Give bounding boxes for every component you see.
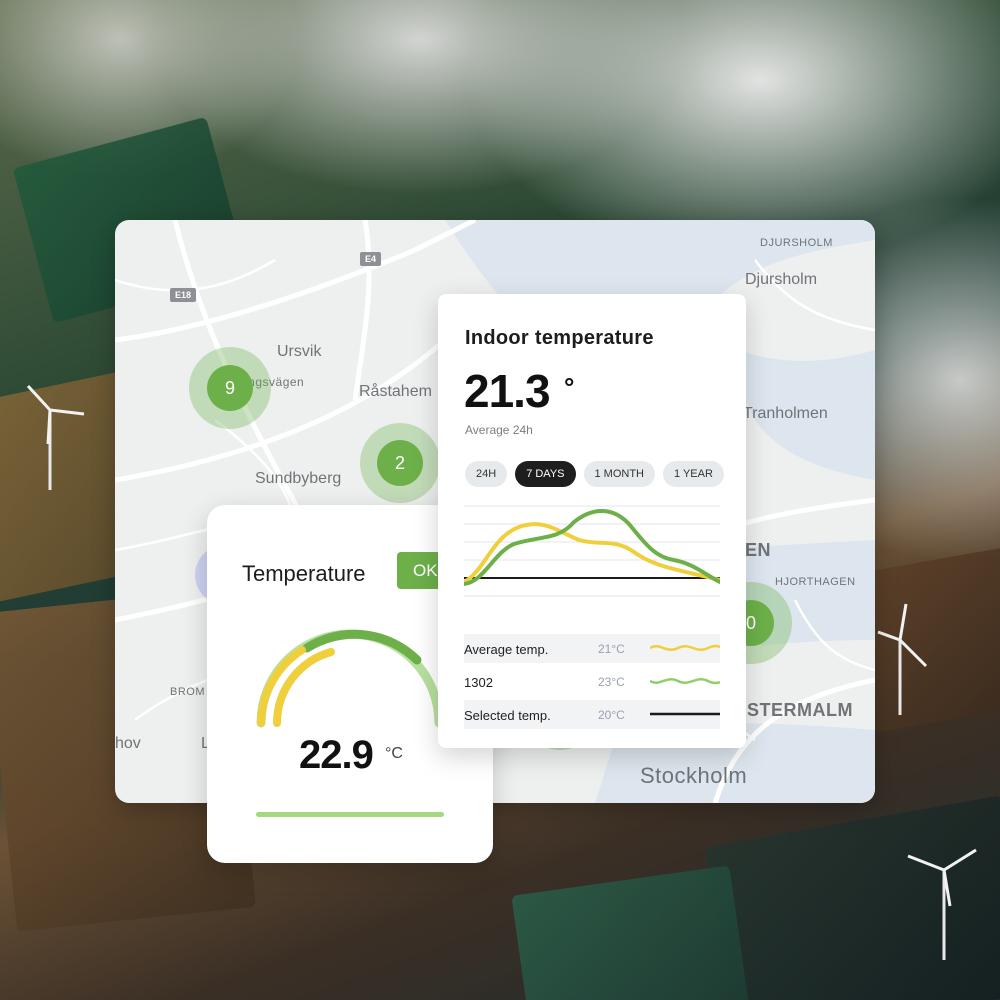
period-1year-button[interactable]: 1 YEAR — [663, 461, 724, 487]
map-cluster-marker[interactable]: 9 — [189, 347, 271, 429]
wind-turbine-icon — [907, 848, 977, 960]
legend-label: 1302 — [464, 675, 493, 690]
legend-label: Selected temp. — [464, 708, 551, 723]
temperature-gauge — [256, 629, 444, 728]
indoor-value: 21.3 — [464, 365, 551, 417]
legend-label: Average temp. — [464, 642, 549, 657]
temperature-line-chart — [464, 505, 720, 597]
legend-swatch-black-line — [650, 712, 720, 716]
wind-turbine-icon — [877, 603, 928, 715]
cluster-count: 9 — [207, 365, 253, 411]
period-7days-button[interactable]: 7 DAYS — [515, 461, 576, 487]
map-label-ostermalm: STERMALM — [747, 700, 853, 720]
map-label-djursholm-district: DJURSHOLM — [760, 237, 833, 249]
legend-swatch-green-wave — [650, 678, 720, 685]
period-1month-button[interactable]: 1 MONTH — [583, 461, 655, 487]
indoor-subtitle: Average 24h — [465, 423, 533, 437]
map-label-tranholmen: Tranholmen — [743, 405, 828, 422]
map-label-hov: hov — [115, 735, 141, 752]
map-label-ursvik: Ursvik — [277, 343, 322, 360]
legend-value: 20°C — [598, 708, 625, 722]
map-label-rastahem: Råstahem — [359, 383, 432, 400]
temperature-value: 22.9 — [299, 733, 374, 777]
map-label-stockholm: Stockholm — [640, 763, 748, 788]
road-sign-e18: E18 — [170, 288, 197, 302]
wind-turbine-icon — [26, 384, 85, 490]
map-label-bromma: BROM — [170, 686, 205, 698]
temperature-bar — [256, 812, 444, 817]
map-label-hjorthagen: HJORTHAGEN — [775, 576, 856, 588]
period-24h-button[interactable]: 24H — [465, 461, 508, 487]
indoor-temperature-card[interactable]: Indoor temperature 21.3 ° Average 24h 24… — [438, 294, 746, 748]
legend-value: 23°C — [598, 675, 625, 689]
map-label-djursholm: Djursholm — [745, 271, 818, 288]
legend-swatch-yellow-wave — [650, 644, 720, 651]
legend-value: 21°C — [598, 642, 625, 656]
map-cluster-marker[interactable]: 2 — [360, 423, 440, 503]
temperature-unit: °C — [385, 745, 403, 762]
cluster-count: 2 — [377, 440, 423, 486]
map-label-sundbyberg: Sundbyberg — [255, 470, 342, 487]
map-label-en: EN — [745, 540, 772, 560]
legend-row-selected-temp: Selected temp. 20°C — [464, 700, 720, 729]
indoor-degree: ° — [564, 372, 575, 402]
legend-row-average-temp: Average temp. 21°C — [464, 634, 720, 663]
legend-row-1302: 1302 23°C — [464, 667, 720, 696]
indoor-title: Indoor temperature — [465, 327, 654, 349]
road-sign-e4: E4 — [360, 252, 382, 266]
period-selector: 24H 7 DAYS 1 MONTH 1 YEAR — [465, 461, 724, 487]
temperature-title: Temperature — [242, 561, 366, 586]
field-patch — [511, 865, 749, 1000]
